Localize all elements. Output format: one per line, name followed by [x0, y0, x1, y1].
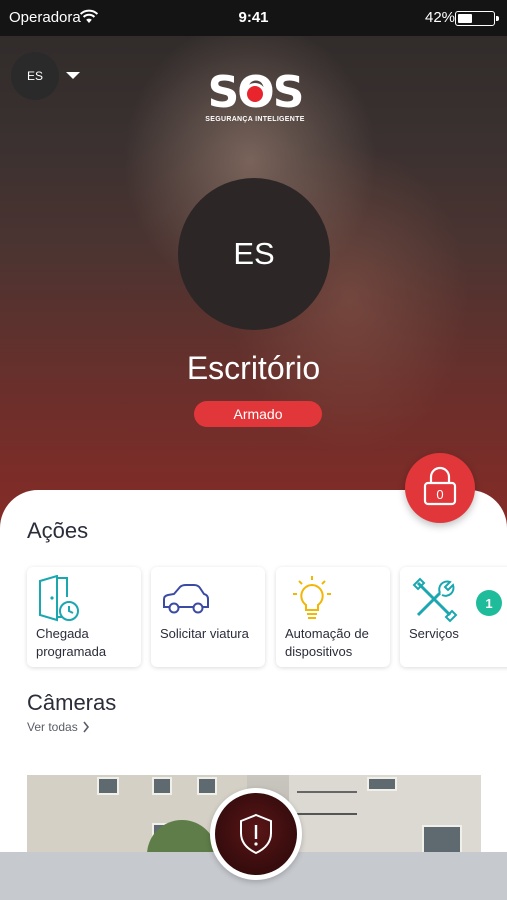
camera-scene	[297, 791, 357, 815]
action-label: Solicitar viatura	[160, 626, 249, 641]
cameras-title: Câmeras	[27, 690, 117, 715]
door-clock-icon	[39, 575, 79, 622]
notification-badge: 1	[476, 590, 502, 616]
arm-lock-button[interactable]: 0	[405, 453, 475, 523]
battery-nub	[496, 16, 499, 21]
lightbulb-icon	[293, 576, 331, 619]
action-card-device-automation[interactable]: Automação de dispositivos	[276, 567, 390, 667]
actions-title: Ações	[27, 518, 89, 543]
camera-scene	[97, 777, 119, 795]
action-label: Chegada programada	[36, 626, 107, 659]
action-card-services[interactable]: Serviços	[400, 567, 507, 667]
chevron-down-icon[interactable]	[66, 72, 80, 79]
app-screen: Operadora 9:41 42% ES SOS SEGURANÇA INTE…	[0, 0, 507, 900]
action-card-request-vehicle[interactable]: Solicitar viatura	[151, 567, 265, 667]
profile-selector[interactable]: ES	[11, 52, 59, 100]
panic-button[interactable]	[210, 788, 302, 880]
place-avatar: ES	[178, 178, 330, 330]
logo-subtitle: SEGURANÇA INTELIGENTE	[205, 116, 305, 123]
place-name: Escritório	[186, 350, 321, 386]
battery-percent: 42%	[425, 9, 456, 26]
status-badge: Armado	[194, 401, 322, 427]
chevron-right-icon[interactable]	[82, 721, 90, 733]
camera-scene	[197, 777, 217, 795]
sos-logo: SOS SEGURANÇA INTELIGENTE	[205, 70, 305, 130]
battery-fill	[458, 14, 472, 23]
action-label: Automação de dispositivos	[285, 626, 369, 659]
padlock-icon: 0	[423, 466, 457, 506]
panic-button-face	[215, 793, 297, 875]
camera-scene	[152, 777, 172, 795]
logo-dot	[244, 83, 266, 105]
see-all-cameras-link[interactable]: Ver todas	[27, 720, 78, 734]
car-icon	[163, 584, 209, 614]
lock-count: 0	[436, 487, 443, 502]
action-label: Serviços	[409, 626, 459, 641]
battery-icon	[455, 11, 499, 26]
action-card-scheduled-arrival[interactable]: Chegada programada	[27, 567, 141, 667]
camera-scene	[367, 777, 397, 791]
shield-alert-icon	[240, 813, 272, 855]
tools-icon	[412, 577, 458, 623]
status-bar: Operadora 9:41 42%	[0, 0, 507, 36]
